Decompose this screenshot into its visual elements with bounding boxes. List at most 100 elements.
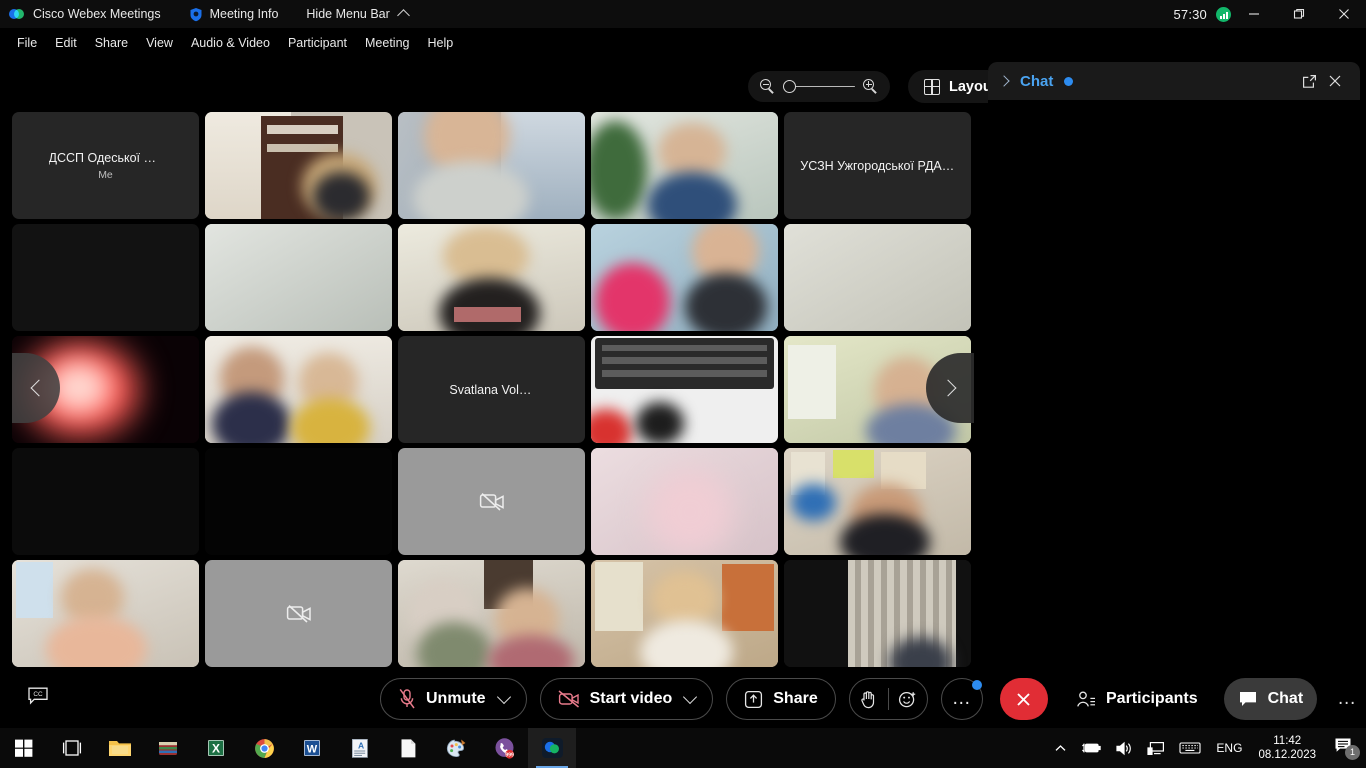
video-tile[interactable] — [205, 224, 392, 331]
word-button[interactable]: W — [288, 728, 336, 768]
video-tile[interactable] — [398, 448, 585, 555]
windows-taskbar: X W A 999 ENG 11:42 08.12.2023 1 — [0, 728, 1366, 768]
video-tile[interactable] — [205, 560, 392, 667]
blank-page-icon — [401, 738, 415, 757]
stage-toolbar: Layout — [748, 70, 1013, 103]
zoom-slider-handle[interactable] — [783, 80, 796, 93]
paint-button[interactable] — [432, 728, 480, 768]
video-tile[interactable] — [398, 112, 585, 219]
start-video-button[interactable]: Start video — [539, 678, 714, 720]
language-indicator[interactable]: ENG — [1208, 741, 1250, 755]
battery-button[interactable] — [1074, 741, 1108, 755]
video-tile[interactable]: ДССП Одеської ОДА Me — [12, 112, 199, 219]
more-options-button[interactable]: … — [940, 678, 983, 720]
video-tile[interactable] — [591, 112, 778, 219]
grid-layout-icon — [924, 78, 940, 95]
svg-text:999: 999 — [505, 752, 514, 758]
chat-message-list[interactable] — [988, 100, 1360, 667]
clock-date: 08.12.2023 — [1258, 749, 1316, 761]
video-tile[interactable] — [784, 560, 971, 667]
network-button[interactable] — [1140, 741, 1172, 756]
webex-button[interactable] — [528, 728, 576, 768]
closed-captions-button[interactable]: CC — [27, 686, 49, 711]
clock[interactable]: 11:42 08.12.2023 — [1250, 734, 1324, 762]
unmute-button[interactable]: Unmute — [380, 678, 527, 720]
video-tile[interactable]: Svatlana Volkun — [398, 336, 585, 443]
close-button[interactable] — [1321, 0, 1366, 28]
zoom-slider-track[interactable] — [783, 80, 855, 94]
task-view-icon — [62, 740, 82, 756]
chat-popout-button[interactable] — [1296, 68, 1322, 94]
overflow-menu-button[interactable]: … — [1329, 688, 1365, 710]
signal-strength-icon[interactable] — [1216, 6, 1231, 22]
document-viewer-button[interactable]: A — [336, 728, 384, 768]
notifications-button[interactable]: 1 — [1324, 736, 1362, 761]
menu-item-file[interactable]: File — [8, 32, 46, 54]
menu-item-help[interactable]: Help — [418, 32, 462, 54]
end-meeting-button[interactable] — [999, 678, 1048, 720]
meeting-info-button[interactable]: Meeting Info — [189, 7, 278, 22]
keyboard-button[interactable] — [1172, 741, 1208, 755]
start-video-label: Start video — [589, 690, 673, 707]
menu-bar: File Edit Share View Audio & Video Parti… — [0, 28, 1366, 58]
chat-panel: Chat — [988, 62, 1360, 667]
video-tile[interactable] — [12, 560, 199, 667]
primary-controls: Unmute Start video Share … — [380, 678, 1048, 720]
video-tile[interactable] — [591, 448, 778, 555]
menu-item-participant[interactable]: Participant — [279, 32, 356, 54]
menu-item-edit[interactable]: Edit — [46, 32, 86, 54]
video-tile[interactable] — [784, 448, 971, 555]
participant-video — [398, 224, 585, 331]
minimize-icon — [1248, 13, 1259, 15]
reactions-button[interactable] — [889, 690, 927, 709]
video-tile[interactable] — [784, 224, 971, 331]
video-tile[interactable] — [12, 224, 199, 331]
zoom-slider-control[interactable] — [748, 71, 890, 102]
video-tile[interactable] — [205, 112, 392, 219]
webex-logo-icon — [9, 6, 25, 22]
file-explorer-button[interactable] — [96, 728, 144, 768]
video-tile[interactable] — [591, 336, 778, 443]
participants-button[interactable]: Participants — [1062, 678, 1212, 720]
chat-button[interactable]: Chat — [1223, 678, 1318, 720]
raise-hand-button[interactable] — [850, 690, 888, 709]
notepad-button[interactable] — [384, 728, 432, 768]
task-view-button[interactable] — [48, 728, 96, 768]
maximize-button[interactable] — [1276, 0, 1321, 28]
chevron-down-icon[interactable] — [496, 689, 511, 705]
hide-menu-bar-button[interactable]: Hide Menu Bar — [306, 7, 410, 22]
minimize-button[interactable] — [1231, 0, 1276, 28]
zoom-in-icon[interactable] — [863, 79, 878, 94]
more-options-icon: … — [951, 688, 972, 709]
chat-panel-title: Chat — [1020, 72, 1054, 90]
video-tile[interactable] — [591, 560, 778, 667]
video-tile[interactable] — [591, 224, 778, 331]
participant-name: ДССП Одеської ОДА — [48, 150, 163, 165]
video-tile[interactable] — [398, 224, 585, 331]
video-tile[interactable] — [205, 448, 392, 555]
menu-item-view[interactable]: View — [137, 32, 182, 54]
video-tile[interactable] — [205, 336, 392, 443]
excel-button[interactable]: X — [192, 728, 240, 768]
chrome-button[interactable] — [240, 728, 288, 768]
volume-button[interactable] — [1108, 741, 1140, 756]
chevron-down-icon[interactable] — [683, 689, 698, 705]
viber-button[interactable]: 999 — [480, 728, 528, 768]
chevron-right-icon[interactable] — [998, 75, 1010, 87]
participant-video — [784, 448, 971, 555]
video-tile[interactable]: УСЗН Ужгородської РДА П... — [784, 112, 971, 219]
video-tile[interactable] — [398, 560, 585, 667]
zoom-out-icon[interactable] — [760, 79, 775, 94]
share-button[interactable]: Share — [726, 678, 836, 720]
video-tile[interactable] — [12, 448, 199, 555]
menu-item-meeting[interactable]: Meeting — [356, 32, 418, 54]
pop-out-icon — [1302, 74, 1316, 88]
show-hidden-icons-button[interactable] — [1047, 742, 1074, 755]
start-button[interactable] — [0, 728, 48, 768]
svg-text:A: A — [358, 740, 364, 750]
menu-item-share[interactable]: Share — [86, 32, 137, 54]
chat-close-button[interactable] — [1322, 68, 1348, 94]
menu-item-audio-video[interactable]: Audio & Video — [182, 32, 279, 54]
participant-self-label: Me — [98, 168, 113, 181]
winrar-button[interactable] — [144, 728, 192, 768]
